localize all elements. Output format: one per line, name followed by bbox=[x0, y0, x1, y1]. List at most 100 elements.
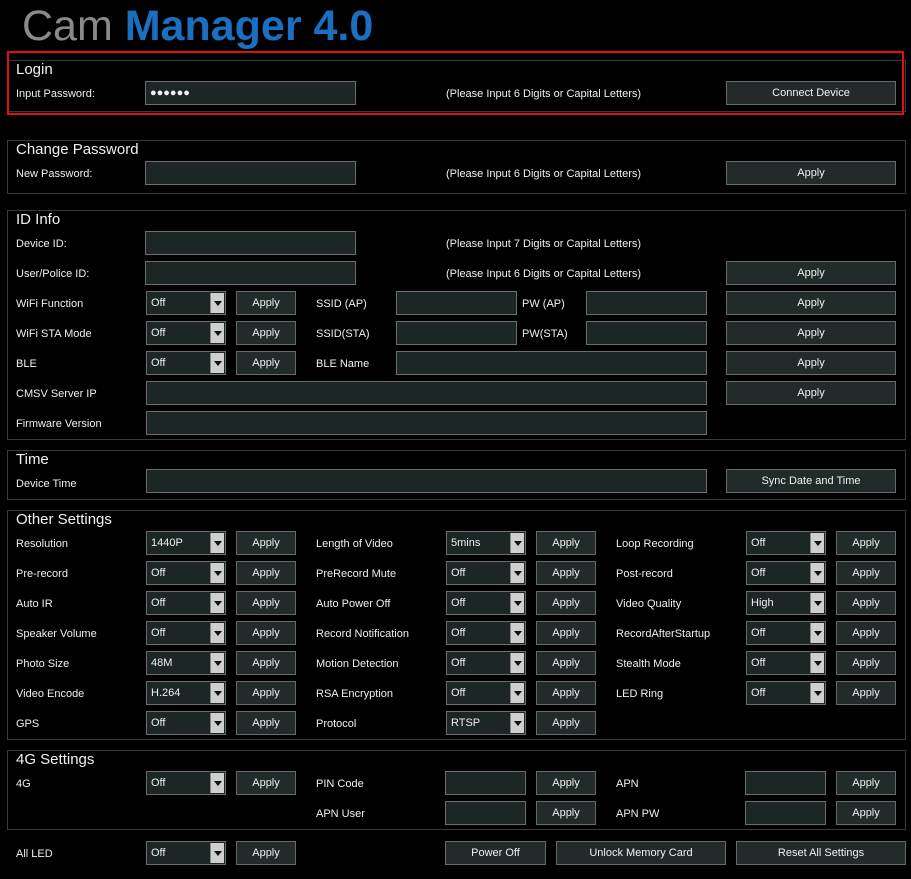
pin-code-apply-button[interactable]: Apply bbox=[536, 771, 596, 795]
loop-recording-select[interactable]: Off bbox=[746, 531, 826, 555]
chevron-down-icon[interactable] bbox=[210, 353, 224, 373]
connect-device-button[interactable]: Connect Device bbox=[726, 81, 896, 105]
chevron-down-icon[interactable] bbox=[510, 533, 524, 553]
auto-ir-apply-button[interactable]: Apply bbox=[236, 591, 296, 615]
power-off-button[interactable]: Power Off bbox=[445, 841, 546, 865]
post-record-select[interactable]: Off bbox=[746, 561, 826, 585]
led-ring-apply-button[interactable]: Apply bbox=[836, 681, 896, 705]
change-password-apply-button[interactable]: Apply bbox=[726, 161, 896, 185]
chevron-down-icon[interactable] bbox=[810, 563, 824, 583]
photo-size-select[interactable]: 48M bbox=[146, 651, 226, 675]
protocol-select[interactable]: RTSP bbox=[446, 711, 526, 735]
reset-all-settings-button[interactable]: Reset All Settings bbox=[736, 841, 906, 865]
chevron-down-icon[interactable] bbox=[510, 713, 524, 733]
resolution-apply-button[interactable]: Apply bbox=[236, 531, 296, 555]
rsa-encryption-apply-button[interactable]: Apply bbox=[536, 681, 596, 705]
apn-input[interactable] bbox=[745, 771, 826, 795]
wifi-ap-apply-button[interactable]: Apply bbox=[726, 291, 896, 315]
length-of-video-select[interactable]: 5mins bbox=[446, 531, 526, 555]
motion-detection-select[interactable]: Off bbox=[446, 651, 526, 675]
resolution-select[interactable]: 1440P bbox=[146, 531, 226, 555]
ssid-sta-input[interactable] bbox=[396, 321, 517, 345]
chevron-down-icon[interactable] bbox=[510, 563, 524, 583]
video-quality-select[interactable]: High bbox=[746, 591, 826, 615]
recordafterstartup-select[interactable]: Off bbox=[746, 621, 826, 645]
photo-size-apply-button[interactable]: Apply bbox=[236, 651, 296, 675]
gps-apply-button[interactable]: Apply bbox=[236, 711, 296, 735]
chevron-down-icon[interactable] bbox=[210, 593, 224, 613]
ble-name-input[interactable] bbox=[396, 351, 707, 375]
apn-pw-apply-button[interactable]: Apply bbox=[836, 801, 896, 825]
wifi-sta-select[interactable]: Off bbox=[146, 321, 226, 345]
stealth-mode-apply-button[interactable]: Apply bbox=[836, 651, 896, 675]
prerecord-mute-apply-button[interactable]: Apply bbox=[536, 561, 596, 585]
apn-user-apply-button[interactable]: Apply bbox=[536, 801, 596, 825]
all-led-apply-button[interactable]: Apply bbox=[236, 841, 296, 865]
chevron-down-icon[interactable] bbox=[210, 683, 224, 703]
wifi-sta-apply-button[interactable]: Apply bbox=[236, 321, 296, 345]
chevron-down-icon[interactable] bbox=[510, 653, 524, 673]
wifi-function-apply-button[interactable]: Apply bbox=[236, 291, 296, 315]
login-password-input[interactable]: ●●●●●● bbox=[145, 81, 356, 105]
gps-select[interactable]: Off bbox=[146, 711, 226, 735]
post-record-apply-button[interactable]: Apply bbox=[836, 561, 896, 585]
device-id-input[interactable] bbox=[145, 231, 356, 255]
chevron-down-icon[interactable] bbox=[510, 623, 524, 643]
chevron-down-icon[interactable] bbox=[210, 293, 224, 313]
record-notification-select[interactable]: Off bbox=[446, 621, 526, 645]
protocol-apply-button[interactable]: Apply bbox=[536, 711, 596, 735]
video-encode-apply-button[interactable]: Apply bbox=[236, 681, 296, 705]
wifi-function-select[interactable]: Off bbox=[146, 291, 226, 315]
speaker-volume-apply-button[interactable]: Apply bbox=[236, 621, 296, 645]
cmsv-server-input[interactable] bbox=[146, 381, 707, 405]
apn-user-input[interactable] bbox=[445, 801, 526, 825]
chevron-down-icon[interactable] bbox=[810, 653, 824, 673]
apn-apply-button[interactable]: Apply bbox=[836, 771, 896, 795]
motion-detection-apply-button[interactable]: Apply bbox=[536, 651, 596, 675]
all-led-select[interactable]: Off bbox=[146, 841, 226, 865]
chevron-down-icon[interactable] bbox=[210, 623, 224, 643]
pw-sta-input[interactable] bbox=[586, 321, 707, 345]
record-notification-apply-button[interactable]: Apply bbox=[536, 621, 596, 645]
apn-pw-input[interactable] bbox=[745, 801, 826, 825]
chevron-down-icon[interactable] bbox=[510, 593, 524, 613]
rsa-encryption-select[interactable]: Off bbox=[446, 681, 526, 705]
chevron-down-icon[interactable] bbox=[210, 713, 224, 733]
chevron-down-icon[interactable] bbox=[210, 563, 224, 583]
recordafterstartup-apply-button[interactable]: Apply bbox=[836, 621, 896, 645]
loop-recording-apply-button[interactable]: Apply bbox=[836, 531, 896, 555]
ble-apply-button[interactable]: Apply bbox=[236, 351, 296, 375]
ble-name-apply-button[interactable]: Apply bbox=[726, 351, 896, 375]
chevron-down-icon[interactable] bbox=[210, 653, 224, 673]
chevron-down-icon[interactable] bbox=[810, 623, 824, 643]
new-password-input[interactable] bbox=[145, 161, 356, 185]
video-encode-select[interactable]: H.264 bbox=[146, 681, 226, 705]
pw-ap-input[interactable] bbox=[586, 291, 707, 315]
auto-ir-select[interactable]: Off bbox=[146, 591, 226, 615]
ble-select[interactable]: Off bbox=[146, 351, 226, 375]
id-apply-button[interactable]: Apply bbox=[726, 261, 896, 285]
chevron-down-icon[interactable] bbox=[210, 843, 224, 863]
chevron-down-icon[interactable] bbox=[510, 683, 524, 703]
pin-code-input[interactable] bbox=[445, 771, 526, 795]
chevron-down-icon[interactable] bbox=[810, 533, 824, 553]
chevron-down-icon[interactable] bbox=[210, 323, 224, 343]
chevron-down-icon[interactable] bbox=[810, 683, 824, 703]
chevron-down-icon[interactable] bbox=[210, 533, 224, 553]
auto-power-off-select[interactable]: Off bbox=[446, 591, 526, 615]
speaker-volume-select[interactable]: Off bbox=[146, 621, 226, 645]
wifi-sta-credentials-apply-button[interactable]: Apply bbox=[726, 321, 896, 345]
pre-record-apply-button[interactable]: Apply bbox=[236, 561, 296, 585]
prerecord-mute-select[interactable]: Off bbox=[446, 561, 526, 585]
unlock-memory-card-button[interactable]: Unlock Memory Card bbox=[556, 841, 726, 865]
led-ring-select[interactable]: Off bbox=[746, 681, 826, 705]
chevron-down-icon[interactable] bbox=[810, 593, 824, 613]
auto-power-off-apply-button[interactable]: Apply bbox=[536, 591, 596, 615]
4g-apply-button[interactable]: Apply bbox=[236, 771, 296, 795]
stealth-mode-select[interactable]: Off bbox=[746, 651, 826, 675]
chevron-down-icon[interactable] bbox=[210, 773, 224, 793]
user-id-input[interactable] bbox=[145, 261, 356, 285]
ssid-ap-input[interactable] bbox=[396, 291, 517, 315]
4g-select[interactable]: Off bbox=[146, 771, 226, 795]
video-quality-apply-button[interactable]: Apply bbox=[836, 591, 896, 615]
